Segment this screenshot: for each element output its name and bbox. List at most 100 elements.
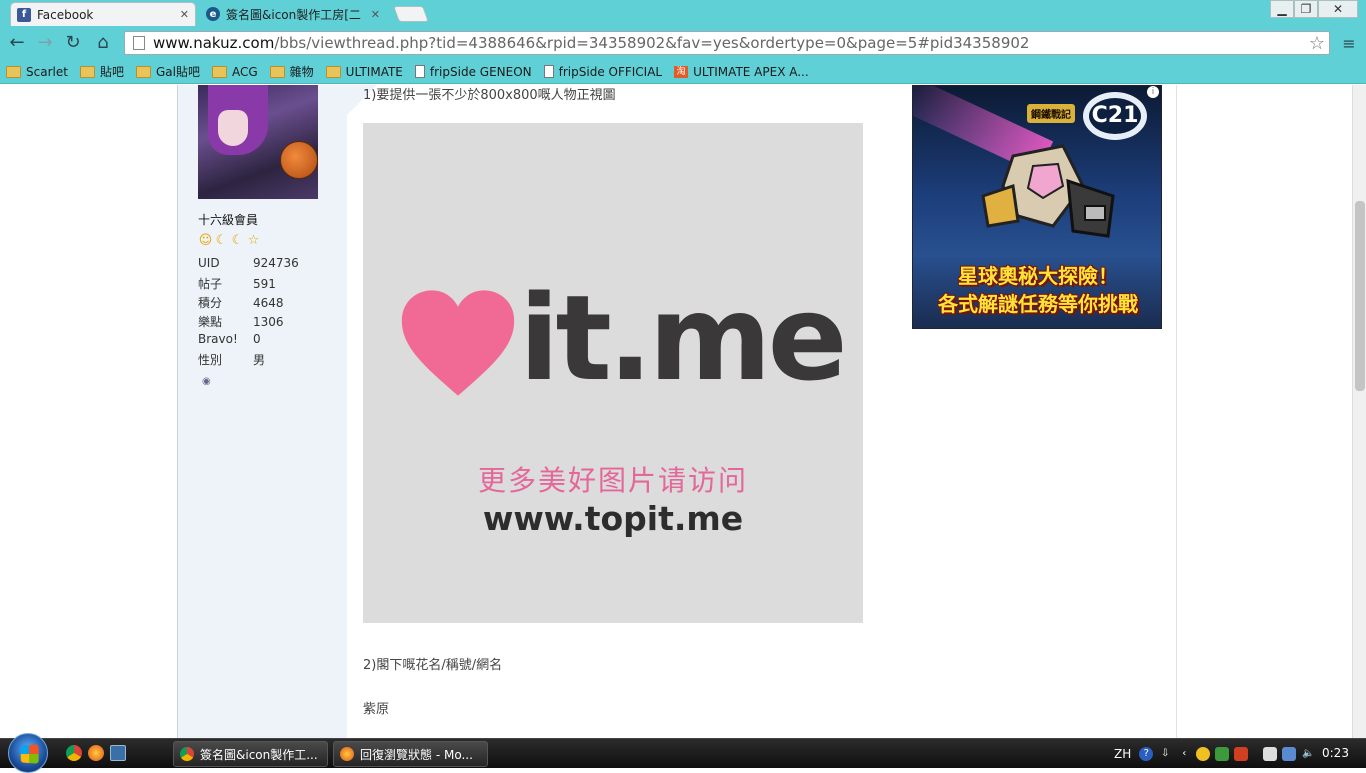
firefox-icon[interactable] [88,745,104,761]
robot-illustration [981,144,1115,238]
stat-label: 帖子 [198,277,223,291]
stat-row: 樂點 1306 [198,313,284,330]
bookmark-item[interactable]: Gal貼吧 [135,63,200,80]
taskbar-item-firefox[interactable]: 回復瀏覽狀態 - Mo... [333,741,488,767]
bookmark-label: ACG [231,64,258,79]
bookmark-item[interactable]: fripSide GENEON [414,65,532,79]
new-tab-button[interactable] [393,6,429,22]
avatar[interactable] [198,85,318,199]
stat-value: 0 [253,332,261,346]
page-viewport: 十六級會員 ☺ ☾ ☾ ☆ UID 924736 帖子 591 積分 4648 樂點 1306… [0,85,1366,738]
url-host: www.nakuz.com [153,34,275,52]
stat-label: 樂點 [198,315,223,329]
stat-row: 性別 男 [198,351,265,368]
tab-title: 簽名圖&icon製作工房[二 [226,7,361,22]
users-icon[interactable] [1215,747,1230,761]
ad-caption-1: 星球奧秘大探險！ [958,264,1118,288]
browser-toolbar: ← → ↻ ⌂ www.nakuz.com/bbs/viewthread.php… [0,26,1366,60]
battery-icon[interactable] [1263,747,1278,761]
stat-value: 男 [253,353,266,367]
watermark-logo-text: it.me [519,269,848,407]
forward-arrow-icon[interactable]: → [34,32,56,54]
bookmark-item[interactable]: ULTIMATE [325,64,403,79]
stat-row: Bravo! 0 [198,332,261,346]
show-desktop-icon[interactable] [110,745,126,761]
scrollbar-thumb[interactable] [1355,201,1365,391]
close-window-button[interactable]: ✕ [1318,0,1358,18]
bookmark-item[interactable]: 貼吧 [79,63,124,80]
restore-button[interactable]: ❐ [1294,0,1318,18]
menu-icon[interactable]: ≡ [1340,34,1358,53]
post-line-2: 2)閣下嘅花名/稱號/網名 [363,658,503,673]
reload-icon[interactable]: ↻ [62,32,84,54]
home-icon[interactable]: ⌂ [92,32,114,54]
watermark-url-text: www.topit.me [482,499,744,538]
stat-label: Bravo! [198,332,238,346]
tab-nakuz[interactable]: e 簽名圖&icon製作工房[二 ✕ [200,2,386,26]
close-icon[interactable]: ✕ [180,8,189,21]
bookmark-item[interactable]: Scarlet [6,65,68,79]
bookmark-star-icon[interactable]: ☆ [1309,33,1325,54]
stat-row: 帖子 591 [198,275,276,292]
folder-icon [6,65,21,78]
stat-value: 924736 [253,256,299,270]
post-line-3: 紫原 [363,702,390,717]
bookmark-item[interactable]: fripSide OFFICIAL [543,64,663,79]
close-icon[interactable]: ✕ [371,8,380,21]
info-icon[interactable]: i [1147,86,1159,98]
stat-row: 積分 4648 [198,294,284,311]
sun-icon: ☺ [198,233,213,248]
url-text[interactable]: www.nakuz.com/bbs/viewthread.php?tid=438… [153,34,1309,52]
bookmark-label: ULTIMATE [345,64,403,79]
system-tray: ZH ? ⇩ ‹ 🔈 [1114,739,1320,769]
page-icon [133,36,145,50]
stat-label: 積分 [198,296,223,310]
volume-mixer-icon[interactable] [1234,747,1249,761]
firefox-icon [340,747,354,761]
tab-strip: f Facebook ✕ e 簽名圖&icon製作工房[二 ✕ ▁ ❐ ✕ [0,0,1366,26]
stat-label: UID [198,256,220,270]
speaker-icon[interactable]: 🔈 [1301,747,1315,761]
start-button[interactable] [8,733,48,773]
tab-facebook[interactable]: f Facebook ✕ [10,2,196,26]
language-indicator[interactable]: ZH [1114,747,1131,761]
post-image[interactable]: it.me 更多美好图片请访问 www.topit.me [363,123,863,623]
folder-icon [269,65,285,78]
heart-icon [401,290,515,396]
stat-label: 性別 [198,353,223,367]
scrollbar[interactable] [1352,85,1366,738]
chrome-icon[interactable] [66,745,82,761]
help-icon[interactable]: ? [1139,747,1154,761]
chrome-icon [180,747,194,761]
qq-icon[interactable] [1196,747,1211,761]
bookmark-label: fripSide OFFICIAL [558,64,663,79]
bookmark-item[interactable]: 淘 ULTIMATE APEX A... [674,65,809,79]
moon-icon: ☾ [215,233,228,248]
back-arrow-icon[interactable]: ← [6,32,28,54]
minimize-button[interactable]: ▁ [1270,0,1294,18]
bookmarks-bar: Scarlet 貼吧 Gal貼吧 ACG 雜物 ULTIMATE fripSide GENE… [0,60,1366,84]
watermark-cn-text: 更多美好图片请访问 [477,464,748,497]
taskbar-item-chrome[interactable]: 簽名圖&icon製作工... [173,741,328,767]
show-hidden-icons-icon[interactable]: ‹ [1177,747,1191,761]
folder-icon [211,65,227,78]
ime-options-icon[interactable]: ⇩ [1158,747,1172,761]
folder-icon [325,65,341,78]
taskbar: 簽名圖&icon製作工... 回復瀏覽狀態 - Mo... ZH ? ⇩ ‹ 🔈… [0,733,1366,773]
ad-caption-2: 各式解謎任務等你挑戰 [938,292,1138,316]
network-icon[interactable] [1282,747,1297,761]
clock[interactable]: 0:23 [1322,746,1349,760]
advertisement-banner[interactable]: 鋼鐵戰記 C21 i 星球奧秘大探險！ 各式解謎任務等你挑戰 [912,85,1162,329]
star-icon: ☆ [247,233,260,248]
bookmark-item[interactable]: ACG [211,64,258,79]
address-bar[interactable]: www.nakuz.com/bbs/viewthread.php?tid=438… [124,31,1330,55]
stat-value: 591 [253,277,276,291]
ad-badge: 鋼鐵戰記 [1027,104,1075,123]
page-icon [543,65,554,78]
stat-value: 1306 [253,315,284,329]
bookmark-item[interactable]: 雜物 [269,63,314,80]
bookmark-label: 貼吧 [99,65,124,79]
tab-title: Facebook [37,7,94,22]
user-profile-sidebar: 十六級會員 ☺ ☾ ☾ ☆ UID 924736 帖子 591 積分 4648 樂點 1306… [177,85,347,738]
stat-row: UID 924736 [198,256,299,270]
